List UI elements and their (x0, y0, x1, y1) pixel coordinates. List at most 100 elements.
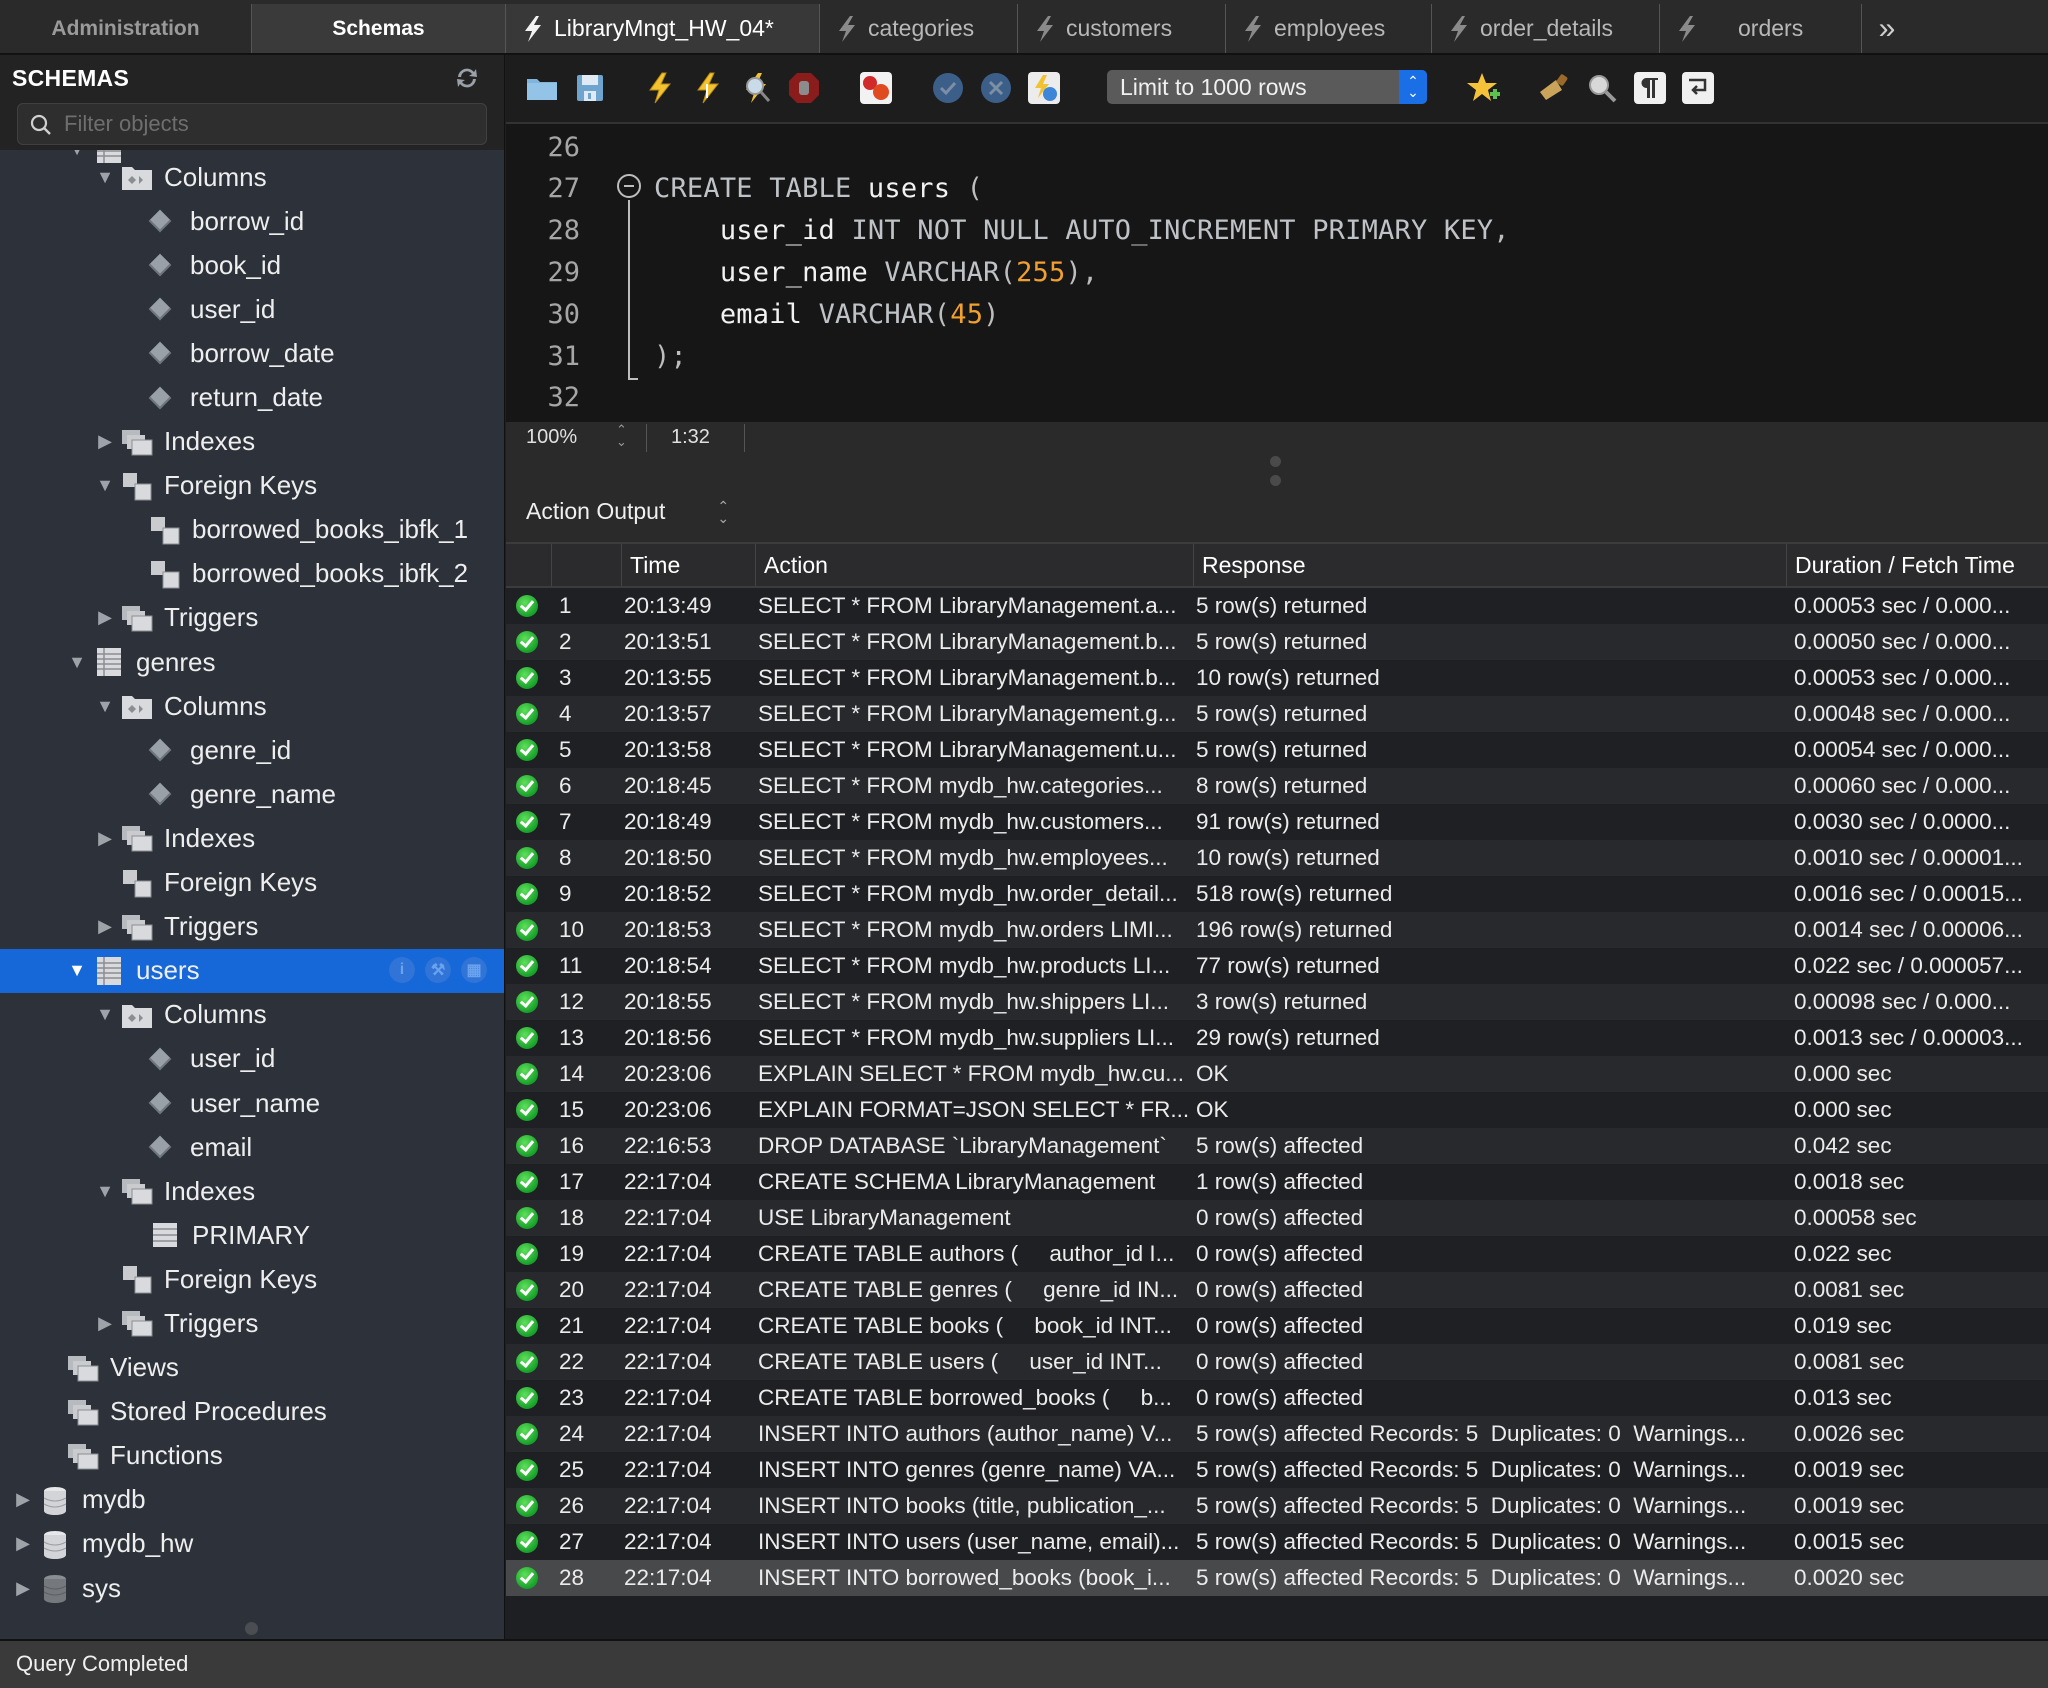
table-row[interactable]: 6 20:18:45 SELECT * FROM mydb_hw.categorie… (506, 768, 2048, 804)
tree-item-schema-sys[interactable]: ▶ sys (0, 1566, 504, 1610)
save-icon[interactable] (572, 70, 608, 106)
expand-right-icon[interactable]: ▶ (94, 827, 116, 849)
query-tab[interactable]: customers (1018, 4, 1226, 53)
panel-resize-handle[interactable] (1270, 456, 1282, 490)
table-row[interactable]: 2 20:13:51 SELECT * FROM LibraryManagement… (506, 624, 2048, 660)
execute-current-statement-icon[interactable] (690, 70, 726, 106)
table-row[interactable]: 20 22:17:04 CREATE TABLE genres ( genre_id… (506, 1272, 2048, 1308)
table-row[interactable]: 16 22:16:53 DROP DATABASE `LibraryManageme… (506, 1128, 2048, 1164)
table-data-icon[interactable]: ▦ (461, 956, 487, 983)
tree-item-folder[interactable]: ▶ Triggers (0, 596, 504, 640)
table-row[interactable]: 27 22:17:04 INSERT INTO users (user_name, … (506, 1524, 2048, 1560)
tree-item-folder[interactable]: ▼ Indexes (0, 1169, 504, 1213)
table-row[interactable]: 3 20:13:55 SELECT * FROM LibraryManagement… (506, 660, 2048, 696)
tab-administration[interactable]: Administration (0, 4, 252, 53)
expand-down-icon[interactable]: ▼ (66, 651, 88, 673)
fold-collapse-icon[interactable] (617, 174, 641, 198)
table-row[interactable]: 21 22:17:04 CREATE TABLE books ( book_id I… (506, 1308, 2048, 1344)
tree-item-folder[interactable]: ▶ Indexes (0, 816, 504, 860)
tree-item-column[interactable]: genre_name (0, 772, 504, 816)
info-icon[interactable]: i (389, 956, 415, 983)
tree-item-column[interactable]: return_date (0, 375, 504, 419)
tree-item-folder[interactable]: Functions (0, 1434, 504, 1478)
expand-down-icon[interactable]: ▼ (94, 695, 116, 717)
table-row[interactable]: 13 20:18:56 SELECT * FROM mydb_hw.supplier… (506, 1020, 2048, 1056)
column-header-action[interactable]: Action (755, 544, 1193, 586)
expand-right-icon[interactable]: ▶ (12, 1489, 34, 1511)
stop-on-error-toggle-icon[interactable] (858, 70, 894, 106)
expand-down-icon[interactable]: ▼ (94, 475, 116, 497)
tree-item-table[interactable]: ▼ users i ⚒ ▦ (0, 948, 504, 993)
commit-icon[interactable] (930, 70, 966, 106)
tree-item-column[interactable]: email (0, 1125, 504, 1169)
expand-right-icon[interactable]: ▶ (94, 607, 116, 629)
find-icon[interactable] (1584, 70, 1620, 106)
tree-item-fk[interactable]: borrowed_books_ibfk_2 (0, 552, 504, 596)
table-row[interactable]: 24 22:17:04 INSERT INTO authors (author_na… (506, 1416, 2048, 1452)
limit-rows-select[interactable]: Limit to 1000 rows ⌃ ⌄ (1107, 70, 1427, 104)
tree-item-index[interactable]: PRIMARY (0, 1213, 504, 1257)
expand-down-icon[interactable]: ▼ (94, 1004, 116, 1026)
explain-icon[interactable] (738, 70, 774, 106)
table-row[interactable]: 11 20:18:54 SELECT * FROM mydb_hw.products… (506, 948, 2048, 984)
tree-item-table[interactable]: ▼ genres (0, 640, 504, 684)
table-row[interactable]: 26 22:17:04 INSERT INTO books (title, publ… (506, 1488, 2048, 1524)
wrench-icon[interactable]: ⚒ (425, 956, 451, 983)
table-row[interactable]: 12 20:18:55 SELECT * FROM mydb_hw.shippers… (506, 984, 2048, 1020)
table-row[interactable]: 17 22:17:04 CREATE SCHEMA LibraryManagemen… (506, 1164, 2048, 1200)
tree-item-columns-folder[interactable]: ▼ Columns (0, 993, 504, 1037)
query-tab[interactable]: categories (820, 4, 1018, 53)
sql-editor[interactable]: 26 27 CREATE TABLE users (28 user_id INT N… (506, 124, 2048, 422)
tree-item-column[interactable]: book_id (0, 243, 504, 287)
add-snippet-star-icon[interactable] (1466, 70, 1502, 106)
tab-overflow-button[interactable]: » (1862, 4, 1912, 53)
sidebar-resize-handle[interactable] (245, 1622, 258, 1635)
tree-item-fk-folder[interactable]: Foreign Keys (0, 861, 504, 905)
table-row[interactable]: 14 20:23:06 EXPLAIN SELECT * FROM mydb_hw.… (506, 1056, 2048, 1092)
table-row[interactable]: 23 22:17:04 CREATE TABLE borrowed_books ( … (506, 1380, 2048, 1416)
tree-item-fk-folder[interactable]: ▼ Foreign Keys (0, 464, 504, 508)
rollback-icon[interactable] (978, 70, 1014, 106)
word-wrap-icon[interactable] (1680, 70, 1716, 106)
table-row[interactable]: 25 22:17:04 INSERT INTO genres (genre_name… (506, 1452, 2048, 1488)
column-header-time[interactable]: Time (621, 544, 755, 586)
column-header-status[interactable] (506, 544, 551, 586)
query-tab[interactable]: employees (1226, 4, 1432, 53)
tree-item-column[interactable]: borrow_id (0, 199, 504, 243)
tree-item-schema[interactable]: ▶ mydb (0, 1478, 504, 1522)
table-row[interactable]: 7 20:18:49 SELECT * FROM mydb_hw.customers… (506, 804, 2048, 840)
table-row[interactable]: 10 20:18:53 SELECT * FROM mydb_hw.orders L… (506, 912, 2048, 948)
tree-item-column[interactable]: borrow_date (0, 331, 504, 375)
tree-item-columns-folder[interactable]: ▼ Columns (0, 155, 504, 199)
invisible-characters-icon[interactable] (1632, 70, 1668, 106)
query-tab[interactable]: order_details (1432, 4, 1660, 53)
column-header-response[interactable]: Response (1193, 544, 1766, 586)
expand-right-icon[interactable]: ▶ (94, 1312, 116, 1334)
tree-item-column[interactable]: user_id (0, 287, 504, 331)
expand-right-icon[interactable]: ▶ (94, 431, 116, 453)
expand-right-icon[interactable]: ▶ (12, 1577, 34, 1599)
tree-item-column[interactable]: user_id (0, 1037, 504, 1081)
table-row[interactable]: 5 20:13:58 SELECT * FROM LibraryManagement… (506, 732, 2048, 768)
table-row[interactable]: 9 20:18:52 SELECT * FROM mydb_hw.order_det… (506, 876, 2048, 912)
table-row[interactable]: 18 22:17:04 USE LibraryManagement 0 row(s) … (506, 1200, 2048, 1236)
table-row[interactable]: 19 22:17:04 CREATE TABLE authors ( author_… (506, 1236, 2048, 1272)
query-tab[interactable]: LibraryMngt_HW_04* (506, 4, 820, 53)
expand-right-icon[interactable]: ▶ (12, 1533, 34, 1555)
zoom-stepper[interactable]: ⌃ ⌄ (616, 423, 627, 448)
autocommit-icon[interactable] (1026, 70, 1062, 106)
tree-item-fk-folder[interactable]: Foreign Keys (0, 1257, 504, 1301)
tree-item-column[interactable]: genre_id (0, 728, 504, 772)
expand-down-icon[interactable]: ▼ (94, 166, 116, 188)
tree-item-folder[interactable]: ▶ Triggers (0, 1301, 504, 1345)
refresh-icon[interactable] (454, 65, 480, 91)
tab-schemas[interactable]: Schemas (252, 4, 506, 53)
table-row[interactable]: 22 22:17:04 CREATE TABLE users ( user_id I… (506, 1344, 2048, 1380)
beautify-brush-icon[interactable] (1536, 70, 1572, 106)
expand-down-icon[interactable]: ▼ (66, 960, 88, 982)
table-row[interactable]: 1 20:13:49 SELECT * FROM LibraryManagement… (506, 588, 2048, 624)
column-header-duration[interactable]: Duration / Fetch Time (1786, 544, 2048, 586)
expand-right-icon[interactable]: ▶ (94, 916, 116, 938)
table-row[interactable]: 15 20:23:06 EXPLAIN FORMAT=JSON SELECT * F… (506, 1092, 2048, 1128)
tree-item-folder[interactable]: Views (0, 1346, 504, 1390)
